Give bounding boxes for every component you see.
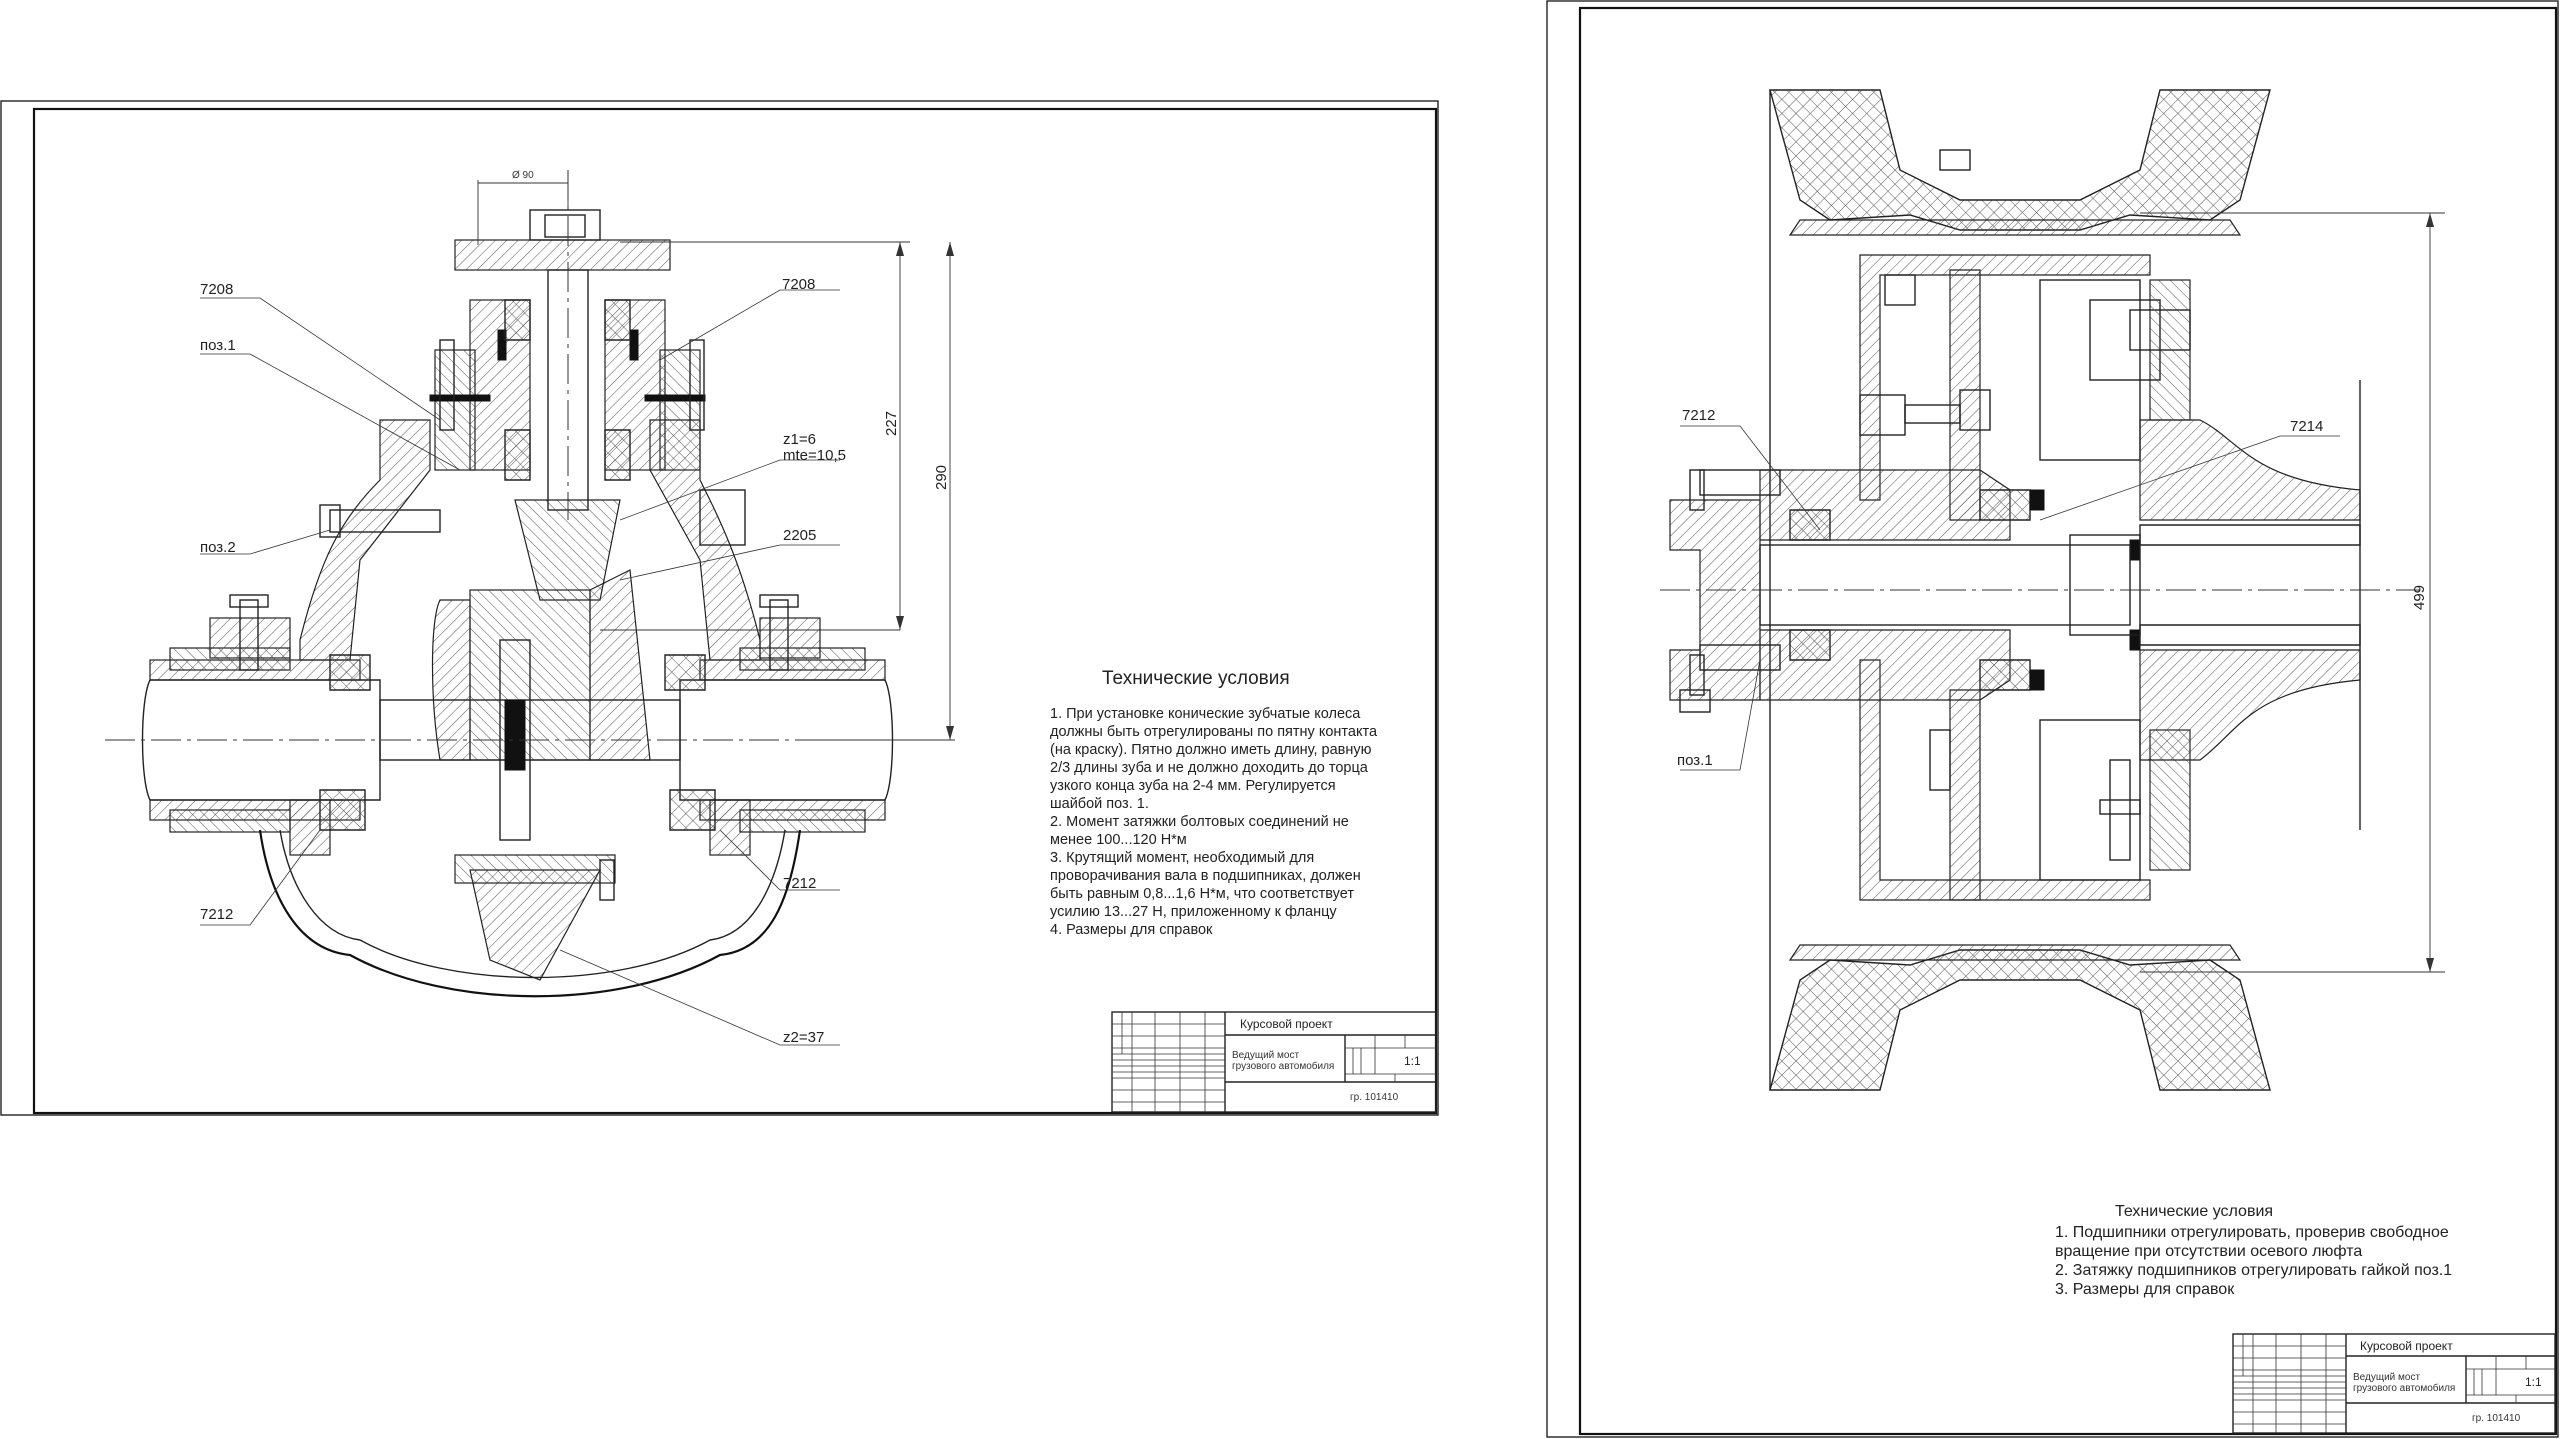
- sheet2-tech-title: Технические условия: [2115, 1203, 2273, 1220]
- module-label: mte=10,5: [783, 447, 846, 464]
- sheet2-scale: 1:1: [2525, 1375, 2542, 1389]
- sheet1-title-line2: грузового автомобиля: [1232, 1060, 1334, 1072]
- sheet1-tech-line: узкого конца зуба на 2-4 мм. Регулируетс…: [1050, 778, 1336, 794]
- sheet1-tech-line: 4. Размеры для справок: [1050, 922, 1213, 938]
- sheet1-title-line1: Ведущий мост: [1232, 1050, 1299, 1061]
- sheet1-tech-line: 2. Момент затяжки болтовых соединений не: [1050, 814, 1349, 830]
- bearing-7212-label: 7212: [1682, 407, 1715, 424]
- sheet2-title-block: Курсовой проект Ведущий мост грузового а…: [2232, 1333, 2556, 1434]
- sheet1-tech-line: 3. Крутящий момент, необходимый для: [1050, 850, 1314, 866]
- sheet1-tech-line: должны быть отрегулированы по пятну конт…: [1050, 724, 1378, 740]
- dim-499-label: 499: [2411, 585, 2428, 610]
- sheet2-tech-line: 3. Размеры для справок: [2055, 1281, 2235, 1298]
- sheet2-title-line1: Ведущий мост: [2353, 1372, 2420, 1383]
- sheet1-title-block: Курсовой проект Ведущий мост грузового а…: [1111, 1011, 1437, 1113]
- sheet1-tech-line: быть равным 0,8...1,6 Н*м, что соответст…: [1050, 886, 1354, 902]
- sheet2-poz1-label: поз.1: [1677, 752, 1713, 769]
- sheet1-tech-title: Технические условия: [1102, 668, 1290, 689]
- bearing-7212-left-label: 7212: [200, 906, 233, 923]
- sheet1-tech-line: усилию 13...27 Н, приложенному к фланцу: [1050, 904, 1337, 920]
- sheet2-title-line2: грузового автомобиля: [2353, 1382, 2455, 1394]
- bearing-7212-right-label: 7212: [783, 875, 816, 892]
- sheet2-tech-line: 1. Подшипники отрегулировать, проверив с…: [2055, 1224, 2449, 1241]
- sheet2-tech-line: 2. Затяжку подшипников отрегулировать га…: [2055, 1262, 2452, 1279]
- poz1-label: поз.1: [200, 337, 236, 354]
- dim-small-label: Ø 90: [512, 170, 534, 181]
- sheet1-tech-line: 2/3 длины зуба и не должно доходить до т…: [1050, 760, 1369, 776]
- dim-290-label: 290: [933, 465, 950, 490]
- sheet1-tech-line: проворачивания вала в подшипниках, долже…: [1050, 868, 1361, 884]
- sheet2-group: гр. 101410: [2472, 1413, 2521, 1424]
- poz2-label: поз.2: [200, 539, 236, 556]
- sheet1-tech-line: (на краску). Пятно должно иметь длину, р…: [1050, 742, 1372, 758]
- sheet-2: 499 7212 7214 поз.1 Технические условия …: [1546, 0, 2559, 1438]
- wheel-hub-assembly-drawing: [1660, 89, 2420, 1091]
- sheet1-tech-conditions: Технические условия 1. При установке кон…: [1050, 668, 1378, 938]
- bearing-2205-label: 2205: [783, 527, 816, 544]
- z2-label: z2=37: [783, 1029, 824, 1046]
- sheet1-tech-line: шайбой поз. 1.: [1050, 796, 1149, 812]
- sheet1-tech-line: менее 100...120 Н*м: [1050, 832, 1187, 848]
- sheet1-scale: 1:1: [1404, 1054, 1421, 1068]
- bearing-7208-right-label: 7208: [782, 276, 815, 293]
- sheet2-project-label: Курсовой проект: [2360, 1339, 2453, 1353]
- bearing-7214-label: 7214: [2290, 418, 2323, 435]
- sheet1-group: гр. 101410: [1350, 1092, 1399, 1103]
- bearing-7208-left-label: 7208: [200, 281, 233, 298]
- sheet-1: 227 290 Ø 90 7208 7208 поз.1 поз.2 z1=6 …: [0, 100, 1439, 1116]
- sheet1-project-label: Курсовой проект: [1240, 1017, 1333, 1031]
- dim-227-label: 227: [883, 411, 900, 436]
- sheet2-tech-conditions: Технические условия 1. Подшипники отрегу…: [2055, 1203, 2452, 1298]
- sheet2-tech-line: вращение при отсутствии осевого люфта: [2055, 1243, 2362, 1260]
- sheet1-tech-line: 1. При установке конические зубчатые кол…: [1050, 706, 1361, 722]
- drawing-canvas: 227 290 Ø 90 7208 7208 поз.1 поз.2 z1=6 …: [0, 0, 2559, 1438]
- z1-label: z1=6: [783, 431, 816, 448]
